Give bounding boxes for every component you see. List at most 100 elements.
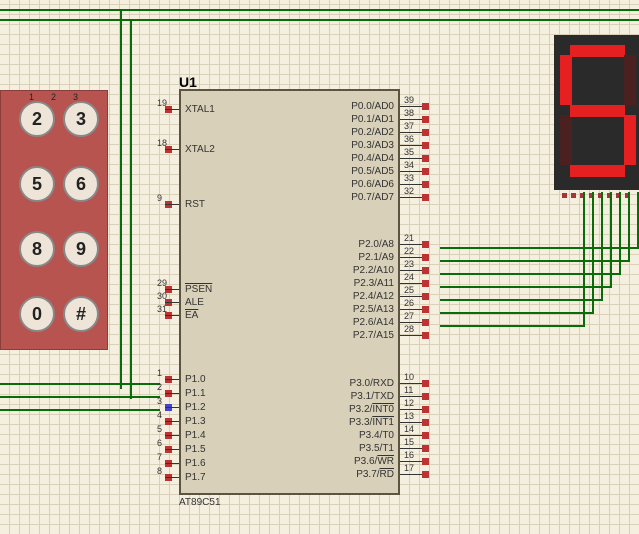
pin-number: 6: [157, 438, 162, 448]
wire: [0, 409, 160, 411]
wire: [440, 312, 594, 314]
pin-pad[interactable]: [422, 393, 429, 400]
pin-pad[interactable]: [422, 129, 429, 136]
pin-number: 21: [404, 233, 414, 243]
display-pin[interactable]: [571, 193, 576, 198]
pin-number: 35: [404, 147, 414, 157]
wire: [583, 192, 585, 327]
pin-label: P1.5: [185, 444, 206, 455]
pin-pad[interactable]: [422, 142, 429, 149]
segment-d: [570, 165, 625, 177]
pin-pad[interactable]: [422, 254, 429, 261]
segment-g: [570, 105, 625, 117]
segment-f: [560, 55, 572, 105]
pin-pad[interactable]: [422, 380, 429, 387]
pin-number: 14: [404, 424, 414, 434]
pin-pad[interactable]: [422, 116, 429, 123]
pin-number: 34: [404, 160, 414, 170]
pin-pad[interactable]: [422, 280, 429, 287]
pin-label: P0.4/AD4: [351, 153, 394, 164]
pin-pad[interactable]: [422, 103, 429, 110]
pin-pad[interactable]: [422, 168, 429, 175]
pin-number: 4: [157, 410, 162, 420]
pin-label: P3.4/T0: [359, 430, 394, 441]
pin-label: P1.2: [185, 402, 206, 413]
pin-number: 39: [404, 95, 414, 105]
display-pin[interactable]: [562, 193, 567, 198]
pin-pad[interactable]: [422, 194, 429, 201]
pin-label: ALE: [185, 297, 204, 308]
pin-pad[interactable]: [422, 432, 429, 439]
segment-e: [560, 115, 572, 165]
pin-label: P1.0: [185, 374, 206, 385]
pin-number: 17: [404, 463, 414, 473]
wire: [610, 192, 612, 288]
pin-pad[interactable]: [422, 155, 429, 162]
pin-pad[interactable]: [422, 458, 429, 465]
key-#[interactable]: #: [63, 296, 99, 332]
pin-pad[interactable]: [422, 319, 429, 326]
pin-label: P2.5/A13: [353, 304, 394, 315]
pin-pad[interactable]: [422, 267, 429, 274]
pin-pad[interactable]: [422, 332, 429, 339]
pin-pad[interactable]: [422, 419, 429, 426]
pin-label: XTAL2: [185, 144, 215, 155]
seven-segment-display: [554, 35, 639, 190]
wire: [0, 9, 639, 11]
pin-number: 16: [404, 450, 414, 460]
pin-number: 38: [404, 108, 414, 118]
pin-label: PSEN: [185, 284, 212, 295]
pin-number: 9: [157, 193, 162, 203]
pin-label: XTAL1: [185, 104, 215, 115]
key-0[interactable]: 0: [19, 296, 55, 332]
chip-reference: U1: [179, 74, 197, 90]
pin-label: RST: [185, 199, 205, 210]
wire: [0, 396, 160, 398]
pin-number: 32: [404, 186, 414, 196]
schematic-canvas[interactable]: 1 2 3 2356890# U1 AT89C51 19XTAL118XTAL2…: [0, 0, 639, 534]
wire: [440, 286, 612, 288]
pin-pad[interactable]: [422, 306, 429, 313]
pin-label: P2.7/A15: [353, 330, 394, 341]
segment-b: [624, 55, 636, 105]
wire: [0, 383, 160, 385]
key-3[interactable]: 3: [63, 101, 99, 137]
pin-number: 37: [404, 121, 414, 131]
pin-number: 3: [157, 396, 162, 406]
pin-label: P0.7/AD7: [351, 192, 394, 203]
wire: [440, 325, 585, 327]
key-2[interactable]: 2: [19, 101, 55, 137]
keypad: 1 2 3 2356890#: [0, 90, 108, 350]
pin-number: 15: [404, 437, 414, 447]
pin-pad[interactable]: [422, 445, 429, 452]
pin-pad[interactable]: [422, 241, 429, 248]
pin-label: P3.3/INT1: [349, 417, 394, 428]
wire: [0, 19, 639, 21]
pin-label: P1.3: [185, 416, 206, 427]
key-9[interactable]: 9: [63, 231, 99, 267]
pin-pad[interactable]: [422, 181, 429, 188]
pin-label: P3.7/RD: [356, 469, 394, 480]
pin-number: 33: [404, 173, 414, 183]
pin-pad[interactable]: [422, 293, 429, 300]
pin-label: P1.7: [185, 472, 206, 483]
pin-number: 23: [404, 259, 414, 269]
key-8[interactable]: 8: [19, 231, 55, 267]
pin-number: 27: [404, 311, 414, 321]
pin-label: P3.0/RXD: [350, 378, 394, 389]
pin-label: P0.0/AD0: [351, 101, 394, 112]
pin-label: P2.6/A14: [353, 317, 394, 328]
pin-label: P1.1: [185, 388, 206, 399]
pin-number: 12: [404, 398, 414, 408]
pin-label: P2.3/A11: [354, 278, 394, 289]
pin-pad[interactable]: [422, 471, 429, 478]
pin-number: 24: [404, 272, 414, 282]
pin-number: 10: [404, 372, 414, 382]
pin-label: P0.5/AD5: [351, 166, 394, 177]
pin-pad[interactable]: [422, 406, 429, 413]
key-6[interactable]: 6: [63, 166, 99, 202]
pin-number: 7: [157, 452, 162, 462]
key-5[interactable]: 5: [19, 166, 55, 202]
pin-label: P2.0/A8: [358, 239, 394, 250]
pin-number: 36: [404, 134, 414, 144]
